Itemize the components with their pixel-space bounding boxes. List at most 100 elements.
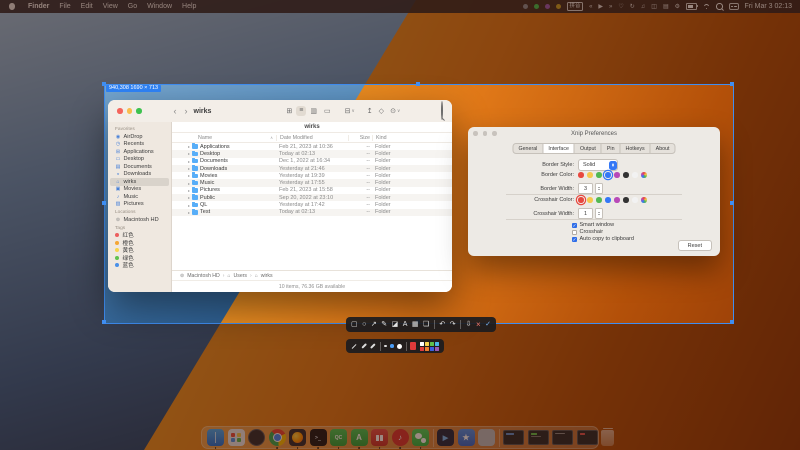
sidebar-tag-yellow[interactable]: 黄色 (110, 247, 169, 255)
dock-netease-music[interactable]: ♪ (392, 429, 409, 446)
border-style-popup[interactable]: Solid (578, 159, 618, 171)
swatch-black[interactable] (623, 172, 629, 178)
palette-green[interactable] (430, 342, 434, 346)
media-like-icon[interactable]: ♡ (618, 3, 623, 10)
column-name[interactable]: Name∧ (172, 135, 276, 141)
selection-handle-ne[interactable] (730, 82, 734, 86)
palette-blue[interactable] (430, 347, 434, 351)
mosaic-tool[interactable]: ▦ (412, 317, 419, 332)
media-prev-icon[interactable]: « (589, 4, 592, 10)
more-actions-button[interactable]: ⊙ ∨ (387, 106, 403, 116)
palette-orange[interactable] (425, 347, 429, 351)
menu-help[interactable]: Help (177, 3, 201, 10)
callout-tool[interactable]: ❏ (423, 317, 429, 332)
swatch-red[interactable] (578, 172, 584, 178)
zoom-button[interactable] (136, 108, 142, 114)
tab-general[interactable]: General (513, 144, 543, 153)
list-view-button[interactable]: ≡ (296, 106, 306, 116)
menu-go[interactable]: Go (123, 3, 142, 10)
selection-handle-se[interactable] (730, 320, 734, 324)
close-button[interactable] (117, 108, 123, 114)
crosshair-width-stepper[interactable] (595, 208, 603, 219)
media-next-icon[interactable]: » (609, 4, 612, 10)
tab-hotkeys[interactable]: Hotkeys (621, 144, 651, 153)
file-row-test[interactable]: ▸TestToday at 02:13--Folder (172, 209, 452, 216)
pen-tool[interactable]: ✎ (381, 317, 387, 332)
tray-app-icon-2[interactable] (534, 4, 539, 9)
checkbox-checked-icon[interactable]: ✓ (572, 223, 577, 228)
swatch-black[interactable] (623, 197, 629, 203)
sidebar-item-home-wirks[interactable]: ⌂wirks (110, 178, 169, 186)
tray-app-icon-1[interactable] (523, 4, 528, 9)
battery-icon[interactable] (686, 3, 697, 10)
spotlight-search-icon[interactable] (716, 3, 723, 10)
sidebar-item-downloads[interactable]: ◒Downloads (110, 171, 169, 179)
sidebar-tag-green[interactable]: 绿色 (110, 254, 169, 262)
dock-trash[interactable] (601, 430, 614, 446)
swatch-blue-selected[interactable] (605, 172, 611, 178)
path-item-users[interactable]: Users (233, 273, 247, 279)
sidebar-item-macintosh-hd[interactable]: ⊚Macintosh HD (110, 216, 169, 224)
disclosure-icon[interactable]: ▸ (188, 210, 190, 215)
dock-minimized-window-3[interactable] (552, 430, 573, 445)
confirm-button[interactable]: ✓ (485, 317, 491, 332)
file-row-movies[interactable]: ▸MoviesYesterday at 19:39--Folder (172, 172, 452, 179)
dock-placeholder-app[interactable] (478, 429, 495, 446)
sidebar-item-applications[interactable]: ⊞Applications (110, 148, 169, 156)
menu-file[interactable]: File (54, 3, 75, 10)
swatch-green[interactable] (596, 172, 602, 178)
cancel-button[interactable]: × (476, 317, 481, 332)
palette-cyan[interactable] (435, 342, 439, 346)
status-icon-3[interactable]: ⚙ (675, 3, 680, 10)
media-play-icon[interactable]: ▶ (598, 3, 603, 10)
auto-copy-checkbox-row[interactable]: ✓ Auto copy to clipboard (572, 236, 634, 242)
disclosure-icon[interactable]: ▸ (188, 166, 190, 171)
dock-minimized-window-4[interactable] (577, 430, 598, 445)
stroke-thin-option[interactable] (352, 344, 357, 349)
menu-bar-clock[interactable]: Fri Mar 3 02:13 (745, 3, 792, 10)
swatch-red-selected[interactable] (578, 197, 584, 203)
tray-app-icon-3[interactable] (545, 4, 550, 9)
selection-handle-w[interactable] (102, 201, 106, 205)
music-app-icon[interactable]: ♫ (641, 4, 646, 10)
tray-app-icon-4[interactable] (556, 4, 561, 9)
file-row-ql[interactable]: ▸QLYesterday at 17:42--Folder (172, 201, 452, 208)
media-repeat-icon[interactable]: ↻ (630, 3, 635, 10)
menu-window[interactable]: Window (142, 3, 177, 10)
sidebar-item-recents[interactable]: ◷Recents (110, 141, 169, 149)
checkbox-checked-icon[interactable]: ✓ (572, 237, 577, 242)
sidebar-tag-red[interactable]: 红色 (110, 232, 169, 240)
dock-chrome[interactable] (269, 429, 286, 446)
swatch-green[interactable] (596, 197, 602, 203)
disclosure-icon[interactable]: ▸ (188, 144, 190, 149)
palette-white[interactable] (420, 342, 424, 346)
swatch-yellow[interactable] (587, 197, 593, 203)
dock-minimized-window-2[interactable] (528, 430, 549, 445)
menu-view[interactable]: View (98, 3, 123, 10)
marker-tool[interactable]: ◪ (392, 317, 399, 332)
back-button[interactable]: ‹ (170, 107, 181, 116)
group-button[interactable]: ⊟ ∨ (342, 106, 358, 116)
menu-edit[interactable]: Edit (76, 3, 98, 10)
swatch-white[interactable] (632, 172, 638, 178)
sidebar-item-movies[interactable]: ▣Movies (110, 186, 169, 194)
current-color-swatch[interactable] (410, 342, 416, 350)
disclosure-icon[interactable]: ▸ (188, 173, 190, 178)
path-item-macintosh-hd[interactable]: Macintosh HD (187, 273, 220, 279)
tags-button[interactable]: ◇ (376, 106, 387, 116)
sidebar-item-airdrop[interactable]: ◉AirDrop (110, 133, 169, 141)
selection-handle-sw[interactable] (102, 320, 106, 324)
sidebar-item-desktop[interactable]: ▭Desktop (110, 156, 169, 164)
tab-interface[interactable]: Interface (543, 144, 575, 153)
dock-firefox[interactable] (289, 429, 306, 446)
reset-button[interactable]: Reset (678, 240, 712, 251)
file-row-desktop[interactable]: ▸DesktopToday at 02:13--Folder (172, 150, 452, 157)
stroke-thick-option[interactable] (370, 343, 376, 349)
swatch-custom-rainbow[interactable] (641, 197, 647, 203)
crosshair-width-field[interactable]: 1 (578, 208, 593, 219)
selection-handle-e[interactable] (730, 201, 734, 205)
disclosure-icon[interactable]: ▸ (188, 188, 190, 193)
swatch-yellow[interactable] (587, 172, 593, 178)
border-width-field[interactable]: 3 (578, 183, 593, 194)
tab-about[interactable]: About (651, 144, 675, 153)
